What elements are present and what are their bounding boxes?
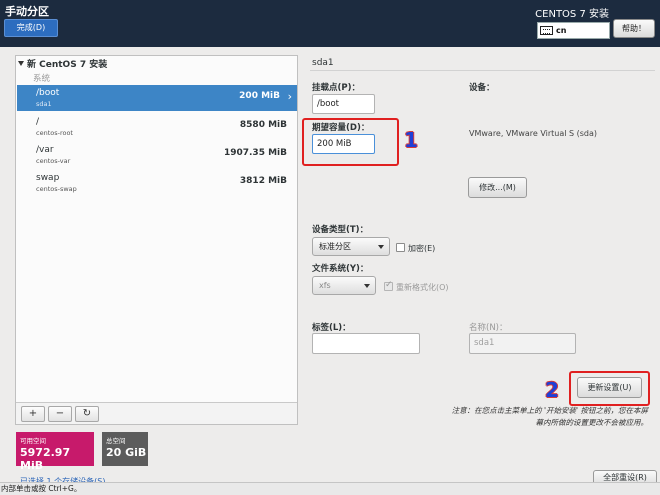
filesystem-label: 文件系统(Y)： [312, 264, 369, 274]
help-button[interactable]: 帮助！ [613, 19, 655, 38]
mount-device: centos-var [36, 157, 71, 165]
mount-device: centos-swap [36, 185, 77, 193]
encrypt-checkbox[interactable] [396, 243, 405, 252]
annotation-box-update [569, 371, 650, 406]
keyboard-layout-indicator[interactable]: cn [537, 22, 610, 39]
device-type-value: 标准分区 [319, 242, 351, 251]
refresh-icon[interactable]: ↻ [75, 406, 99, 422]
encrypt-label: 加密(E) [408, 244, 436, 253]
name-label: 名称(N)： [469, 323, 508, 333]
mount-item-root[interactable]: / centos-root 8580 MiB [17, 114, 297, 140]
filesystem-value: xfs [319, 281, 331, 290]
mount-device: centos-root [36, 129, 73, 137]
mount-point-list: 新 CentOS 7 安装 系统 /boot sda1 200 MiB › / … [15, 55, 298, 425]
mount-point-label: 挂载点(P)： [312, 83, 360, 93]
top-header: 手动分区 完成(D) CENTOS 7 安装 cn 帮助！ [0, 0, 660, 47]
list-toolbar: + − ↻ [16, 402, 297, 424]
system-section-label: 系统 [33, 74, 51, 84]
mount-size: 8580 MiB [239, 120, 287, 130]
mount-name: /var [36, 145, 54, 155]
done-button[interactable]: 完成(D) [4, 19, 58, 37]
mount-item-var[interactable]: /var centos-var 1907.35 MiB [17, 142, 297, 168]
add-mount-button[interactable]: + [21, 406, 45, 422]
total-space-label: 总空间 [106, 437, 126, 445]
mount-size: 1907.35 MiB [223, 148, 287, 158]
chevron-right-icon: › [287, 90, 292, 103]
page-title: 手动分区 [5, 5, 49, 18]
device-type-select[interactable]: 标准分区 [312, 237, 390, 256]
device-type-label: 设备类型(T)： [312, 225, 369, 235]
mount-device: sda1 [36, 100, 52, 108]
mount-name: / [36, 117, 40, 127]
available-space-label: 可用空间 [20, 437, 46, 445]
mount-size: 200 MiB [239, 91, 280, 101]
reformat-checkbox[interactable] [384, 280, 393, 291]
product-title: CENTOS 7 安装 [535, 9, 609, 20]
annotation-number-1: 1 [404, 128, 418, 152]
mount-item-boot[interactable]: /boot sda1 200 MiB › [17, 85, 297, 111]
device-label: 设备： [469, 83, 495, 93]
keyboard-icon [540, 26, 553, 35]
annotation-box-capacity [302, 118, 399, 166]
keyboard-layout-label: cn [556, 26, 567, 35]
tag-input[interactable] [312, 333, 420, 354]
mount-point-input[interactable]: /boot [312, 94, 375, 114]
total-space-box: 总空间 20 GiB [102, 432, 148, 466]
install-label: 新 CentOS 7 安装 [27, 60, 108, 70]
mount-name: swap [36, 173, 60, 183]
divider [310, 70, 655, 71]
filesystem-select[interactable]: xfs [312, 276, 376, 295]
mount-name: /boot [36, 88, 60, 98]
install-expander[interactable]: 新 CentOS 7 安装 [18, 57, 107, 70]
mount-item-swap[interactable]: swap centos-swap 3812 MiB [17, 170, 297, 196]
device-value: VMware, VMware Virtual S (sda) [469, 129, 598, 138]
reformat-label: 重新格式化(O) [396, 283, 449, 292]
status-bar: 内部单击或按 Ctrl+G。 [0, 482, 660, 495]
available-space-value: 5972.97 MiB [20, 446, 71, 472]
settings-note: 注意：在您点击主菜单上的 '开始安装' 按钮之前，您在本屏幕内所做的设置更改不会… [451, 406, 648, 427]
annotation-number-2: 2 [545, 378, 559, 402]
tag-label: 标签(L)： [312, 323, 351, 333]
total-space-value: 20 GiB [106, 446, 147, 459]
available-space-box: 可用空间 5972.97 MiB [16, 432, 94, 472]
mount-size: 3812 MiB [239, 176, 287, 186]
dropdown-arrow-icon [364, 284, 370, 288]
remove-mount-button[interactable]: − [48, 406, 72, 422]
modify-device-button[interactable]: 修改...(M) [468, 177, 527, 198]
dropdown-arrow-icon [378, 245, 384, 249]
expand-triangle-icon [18, 61, 24, 66]
partition-title: sda1 [312, 58, 334, 68]
name-input[interactable]: sda1 [469, 333, 576, 354]
